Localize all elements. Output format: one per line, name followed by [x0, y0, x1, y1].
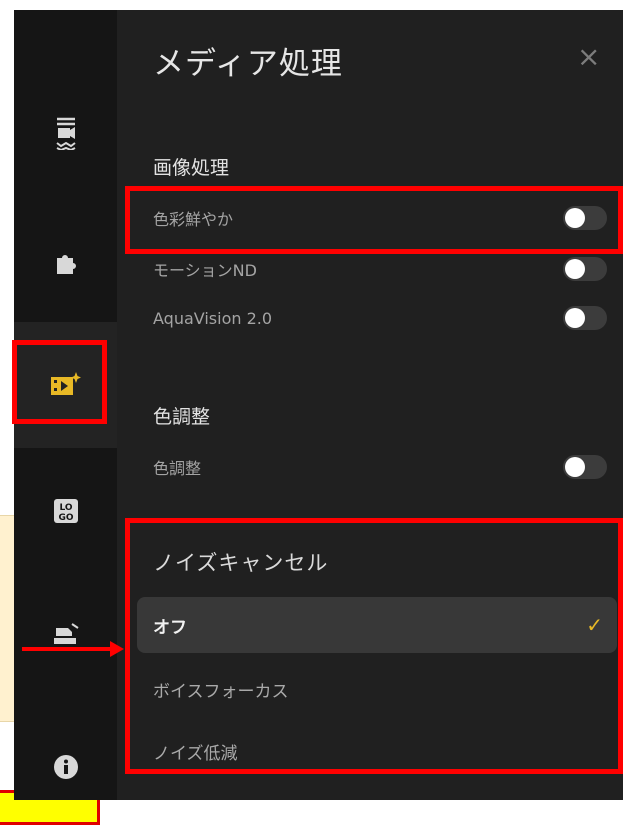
svg-text:GO: GO: [58, 513, 73, 523]
sidebar-item-info[interactable]: [14, 704, 117, 830]
sidebar: LO GO: [14, 10, 117, 800]
media-processing-panel: メディア処理 × 画像処理 色彩鮮やか モーションND AquaVision 2…: [117, 10, 623, 800]
section-heading-image-processing: 画像処理: [153, 157, 230, 179]
aquavision-toggle[interactable]: [563, 306, 607, 330]
noise-option-off[interactable]: オフ ✓: [137, 597, 617, 653]
noise-option-voice-focus[interactable]: ボイスフォーカス: [137, 661, 617, 717]
setting-row-motion-nd: モーションND: [153, 254, 607, 284]
setting-row-vivid-color: 色彩鮮やか: [153, 203, 607, 233]
motion-nd-toggle[interactable]: [563, 257, 607, 281]
vivid-color-toggle[interactable]: [563, 206, 607, 230]
option-label: オフ: [153, 617, 187, 638]
logo-icon: LO GO: [53, 499, 78, 523]
setting-label: モーションND: [153, 261, 257, 280]
option-label: ノイズ低減: [153, 743, 238, 764]
highlight-arrow: [22, 647, 114, 651]
sidebar-item-plugins[interactable]: [14, 200, 117, 326]
media-processing-icon: [50, 372, 81, 395]
setting-label: 色彩鮮やか: [153, 210, 234, 229]
color-adjust-toggle[interactable]: [563, 455, 607, 479]
close-icon[interactable]: ×: [577, 40, 600, 73]
setting-row-color-adjust: 色調整: [153, 452, 607, 482]
layers-icon: [53, 623, 79, 644]
section-heading-noise-cancel: ノイズキャンセル: [153, 551, 329, 575]
setting-label: 色調整: [153, 459, 202, 478]
highlight-arrow-head: [110, 641, 124, 657]
option-label: ボイスフォーカス: [153, 681, 289, 702]
video-stabilize-icon: [55, 117, 76, 150]
info-icon: [53, 755, 78, 779]
sidebar-item-logo[interactable]: LO GO: [14, 448, 117, 574]
setting-label: AquaVision 2.0: [153, 308, 273, 328]
noise-option-noise-reduction[interactable]: ノイズ低減: [137, 723, 617, 779]
sidebar-item-layers[interactable]: [14, 572, 117, 698]
sidebar-item-media-processing[interactable]: [14, 322, 117, 448]
page-title: メディア処理: [153, 46, 343, 82]
svg-text:LO: LO: [59, 503, 72, 513]
setting-row-aquavision: AquaVision 2.0: [153, 303, 607, 333]
puzzle-icon: [56, 255, 76, 274]
checkmark-icon: ✓: [586, 613, 603, 637]
sidebar-item-stabilization[interactable]: [14, 70, 117, 196]
section-heading-color-adjust: 色調整: [153, 406, 211, 428]
